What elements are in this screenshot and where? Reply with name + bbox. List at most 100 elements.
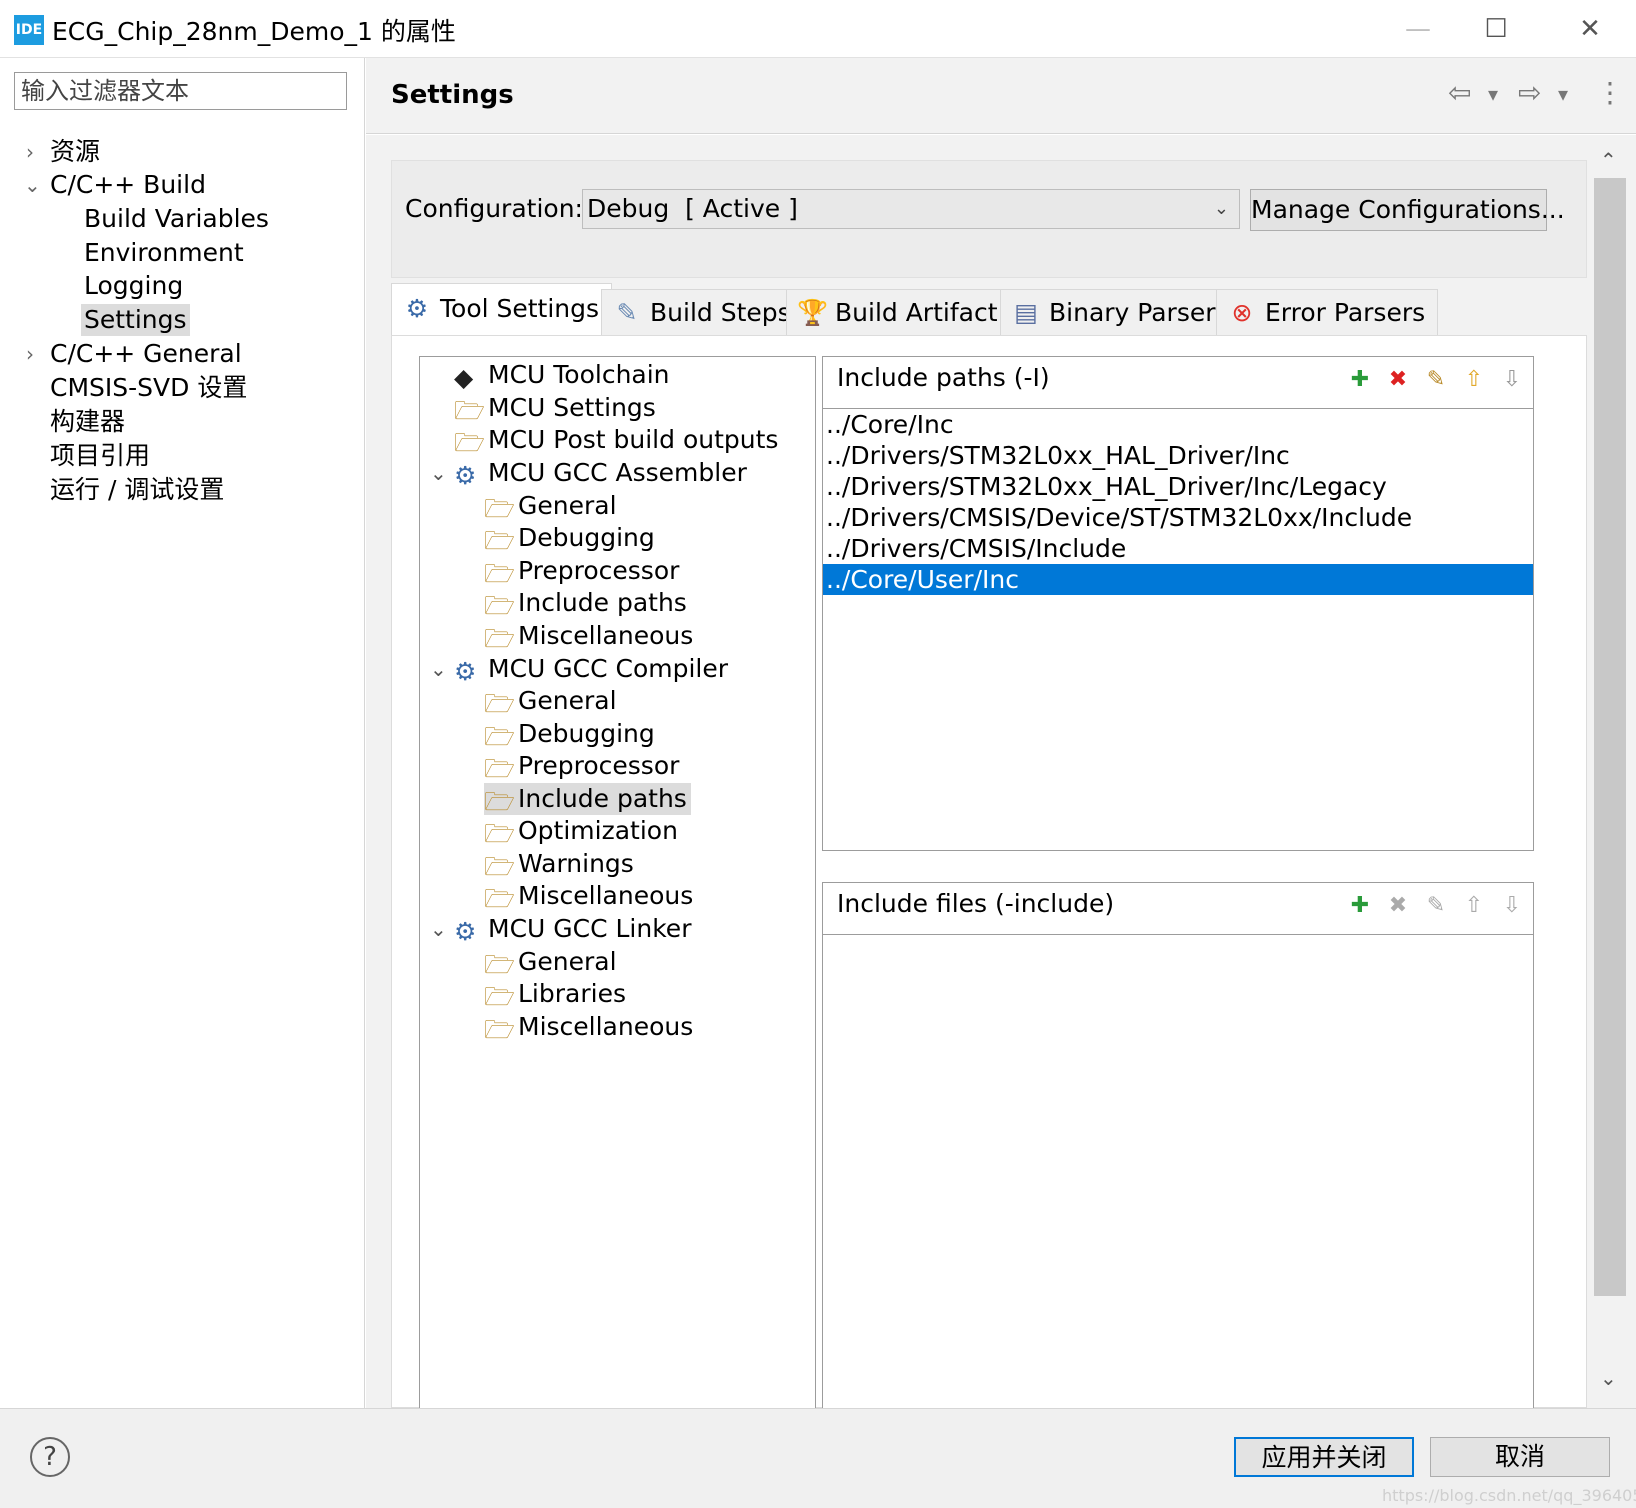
nav-item-settings[interactable]: Settings: [81, 304, 190, 336]
tree-item-gcc-assembler[interactable]: ⚙ MCU GCC Assembler: [454, 457, 747, 490]
tree-item-gcc-compiler[interactable]: ⚙ MCU GCC Compiler: [454, 653, 729, 686]
nav-item-cpp-build[interactable]: C/C++ Build: [50, 169, 206, 201]
tree-item-cc-preprocessor[interactable]: 🗁 Preprocessor: [484, 750, 679, 783]
back-dropdown-icon[interactable]: ▾: [1488, 82, 1498, 106]
configuration-label: Configuration:: [405, 194, 583, 223]
chevron-down-icon[interactable]: ⌄: [430, 653, 447, 685]
chevron-right-icon[interactable]: ›: [26, 338, 46, 370]
tree-item-asm-preprocessor[interactable]: 🗁 Preprocessor: [484, 555, 679, 588]
tree-item-mcu-settings[interactable]: 🗁 MCU Settings: [454, 392, 656, 425]
nav-item-cpp-general[interactable]: C/C++ General: [50, 338, 242, 370]
nav-item-logging[interactable]: Logging: [84, 270, 183, 302]
move-down-icon[interactable]: ⇩: [1497, 365, 1527, 395]
add-icon[interactable]: ✚: [1345, 365, 1375, 395]
chevron-down-icon[interactable]: ⌄: [430, 457, 447, 489]
list-item[interactable]: ../Drivers/CMSIS/Include: [823, 533, 1533, 564]
tree-label: MCU GCC Compiler: [488, 654, 729, 683]
maximize-button[interactable]: ☐: [1466, 8, 1526, 50]
nav-item-run-debug-settings[interactable]: 运行 / 调试设置: [50, 474, 224, 506]
configuration-select[interactable]: Debug [ Active ] ⌄: [582, 189, 1240, 229]
nav-item-builders[interactable]: 构建器: [50, 406, 125, 438]
page-header: Settings ⇦ ▾ ⇨ ▾ ⋮: [366, 58, 1636, 134]
list-item-selected[interactable]: ../Core/User/Inc: [823, 564, 1533, 595]
tab-build-steps[interactable]: ✎ Build Steps: [601, 289, 804, 335]
delete-icon[interactable]: ✖: [1383, 891, 1413, 921]
tab-label: Error Parsers: [1265, 298, 1426, 327]
tree-item-ld-libraries[interactable]: 🗁 Libraries: [484, 978, 626, 1011]
tree-label: Optimization: [518, 816, 678, 845]
forward-dropdown-icon[interactable]: ▾: [1558, 82, 1568, 106]
scroll-thumb[interactable]: [1594, 178, 1626, 1296]
tree-item-asm-general[interactable]: 🗁 General: [484, 490, 617, 523]
tree-item-mcu-post-build[interactable]: 🗁 MCU Post build outputs: [454, 424, 779, 457]
vertical-scrollbar[interactable]: ⌃ ⌄: [1590, 148, 1630, 1398]
tree-label: MCU Post build outputs: [488, 425, 779, 454]
tree-item-cc-miscellaneous[interactable]: 🗁 Miscellaneous: [484, 880, 693, 913]
tree-item-ld-general[interactable]: 🗁 General: [484, 946, 617, 979]
list-item[interactable]: ../Drivers/STM32L0xx_HAL_Driver/Inc: [823, 440, 1533, 471]
tree-label: MCU Settings: [488, 393, 656, 422]
include-paths-toolbar: ✚ ✖ ✎ ⇧ ⇩: [1345, 365, 1527, 395]
tree-item-asm-debugging[interactable]: 🗁 Debugging: [484, 522, 655, 555]
build-steps-icon: ✎: [616, 298, 638, 327]
chevron-down-icon: ⌄: [1213, 198, 1229, 219]
nav-item-build-variables[interactable]: Build Variables: [84, 203, 269, 235]
scroll-down-icon[interactable]: ⌄: [1600, 1366, 1617, 1390]
view-menu-icon[interactable]: ⋮: [1596, 76, 1624, 109]
tab-binary-parsers[interactable]: ▤ Binary Parsers: [1000, 289, 1242, 335]
tab-error-parsers[interactable]: ⊗ Error Parsers: [1216, 289, 1439, 335]
filter-input[interactable]: [14, 72, 347, 110]
tree-item-cc-warnings[interactable]: 🗁 Warnings: [484, 848, 634, 881]
edit-icon[interactable]: ✎: [1421, 365, 1451, 395]
edit-icon[interactable]: ✎: [1421, 891, 1451, 921]
tab-tool-settings[interactable]: ⚙ Tool Settings: [391, 283, 613, 335]
include-paths-title: Include paths (-I): [837, 363, 1050, 392]
tree-item-mcu-toolchain[interactable]: ◆ MCU Toolchain: [454, 359, 670, 392]
tree-item-asm-include-paths[interactable]: 🗁 Include paths: [484, 587, 687, 620]
nav-item-project-references[interactable]: 项目引用: [50, 440, 150, 472]
move-up-icon[interactable]: ⇧: [1459, 891, 1489, 921]
list-item[interactable]: ../Core/Inc: [823, 409, 1533, 440]
delete-icon[interactable]: ✖: [1383, 365, 1413, 395]
tab-build-artifact[interactable]: 🏆 Build Artifact: [786, 289, 1011, 335]
tree-label: Miscellaneous: [518, 1012, 694, 1041]
tree-item-cc-debugging[interactable]: 🗁 Debugging: [484, 718, 655, 751]
back-arrow-icon[interactable]: ⇦: [1448, 76, 1471, 109]
tree-item-ld-miscellaneous[interactable]: 🗁 Miscellaneous: [484, 1011, 694, 1044]
close-button[interactable]: ✕: [1560, 8, 1620, 50]
forward-arrow-icon[interactable]: ⇨: [1518, 76, 1541, 109]
list-item[interactable]: ../Drivers/STM32L0xx_HAL_Driver/Inc/Lega…: [823, 471, 1533, 502]
tree-item-cc-include-paths[interactable]: 🗁 Include paths: [484, 783, 691, 816]
help-icon[interactable]: ?: [30, 1437, 70, 1477]
nav-item-environment[interactable]: Environment: [84, 237, 244, 269]
tab-label: Tool Settings: [440, 294, 600, 323]
include-files-title: Include files (-include): [837, 889, 1115, 918]
trophy-icon: 🏆: [797, 298, 829, 327]
folder-gear-icon: 🗁: [454, 396, 486, 425]
gear-icon: ⚙: [454, 917, 477, 946]
scroll-up-icon[interactable]: ⌃: [1600, 148, 1617, 172]
include-paths-header: Include paths (-I) ✚ ✖ ✎ ⇧ ⇩: [823, 357, 1533, 409]
ide-logo: IDE: [14, 15, 44, 45]
tree-item-gcc-linker[interactable]: ⚙ MCU GCC Linker: [454, 913, 691, 946]
move-up-icon[interactable]: ⇧: [1459, 365, 1489, 395]
move-down-icon[interactable]: ⇩: [1497, 891, 1527, 921]
chevron-right-icon[interactable]: ›: [26, 136, 46, 168]
tree-item-cc-optimization[interactable]: 🗁 Optimization: [484, 815, 678, 848]
chevron-down-icon[interactable]: ⌄: [24, 169, 44, 201]
minimize-button[interactable]: —: [1388, 8, 1448, 50]
nav-item-cmsis-svd[interactable]: CMSIS-SVD 设置: [50, 372, 247, 404]
manage-configurations-button[interactable]: Manage Configurations...: [1250, 189, 1565, 231]
window-title: ECG_Chip_28nm_Demo_1 的属性: [52, 17, 456, 46]
include-files-header: Include files (-include) ✚ ✖ ✎ ⇧ ⇩: [823, 883, 1533, 935]
tree-item-asm-miscellaneous[interactable]: 🗁 Miscellaneous: [484, 620, 693, 653]
list-item[interactable]: ../Drivers/CMSIS/Device/ST/STM32L0xx/Inc…: [823, 502, 1533, 533]
nav-item-resources[interactable]: 资源: [50, 136, 100, 168]
tree-item-cc-general[interactable]: 🗁 General: [484, 685, 617, 718]
cancel-button[interactable]: 取消: [1430, 1437, 1610, 1477]
chevron-down-icon[interactable]: ⌄: [430, 913, 447, 945]
tab-label: Binary Parsers: [1049, 298, 1229, 327]
add-icon[interactable]: ✚: [1345, 891, 1375, 921]
apply-and-close-button[interactable]: 应用并关闭: [1234, 1437, 1414, 1477]
folder-gear-icon: 🗁: [484, 982, 516, 1011]
